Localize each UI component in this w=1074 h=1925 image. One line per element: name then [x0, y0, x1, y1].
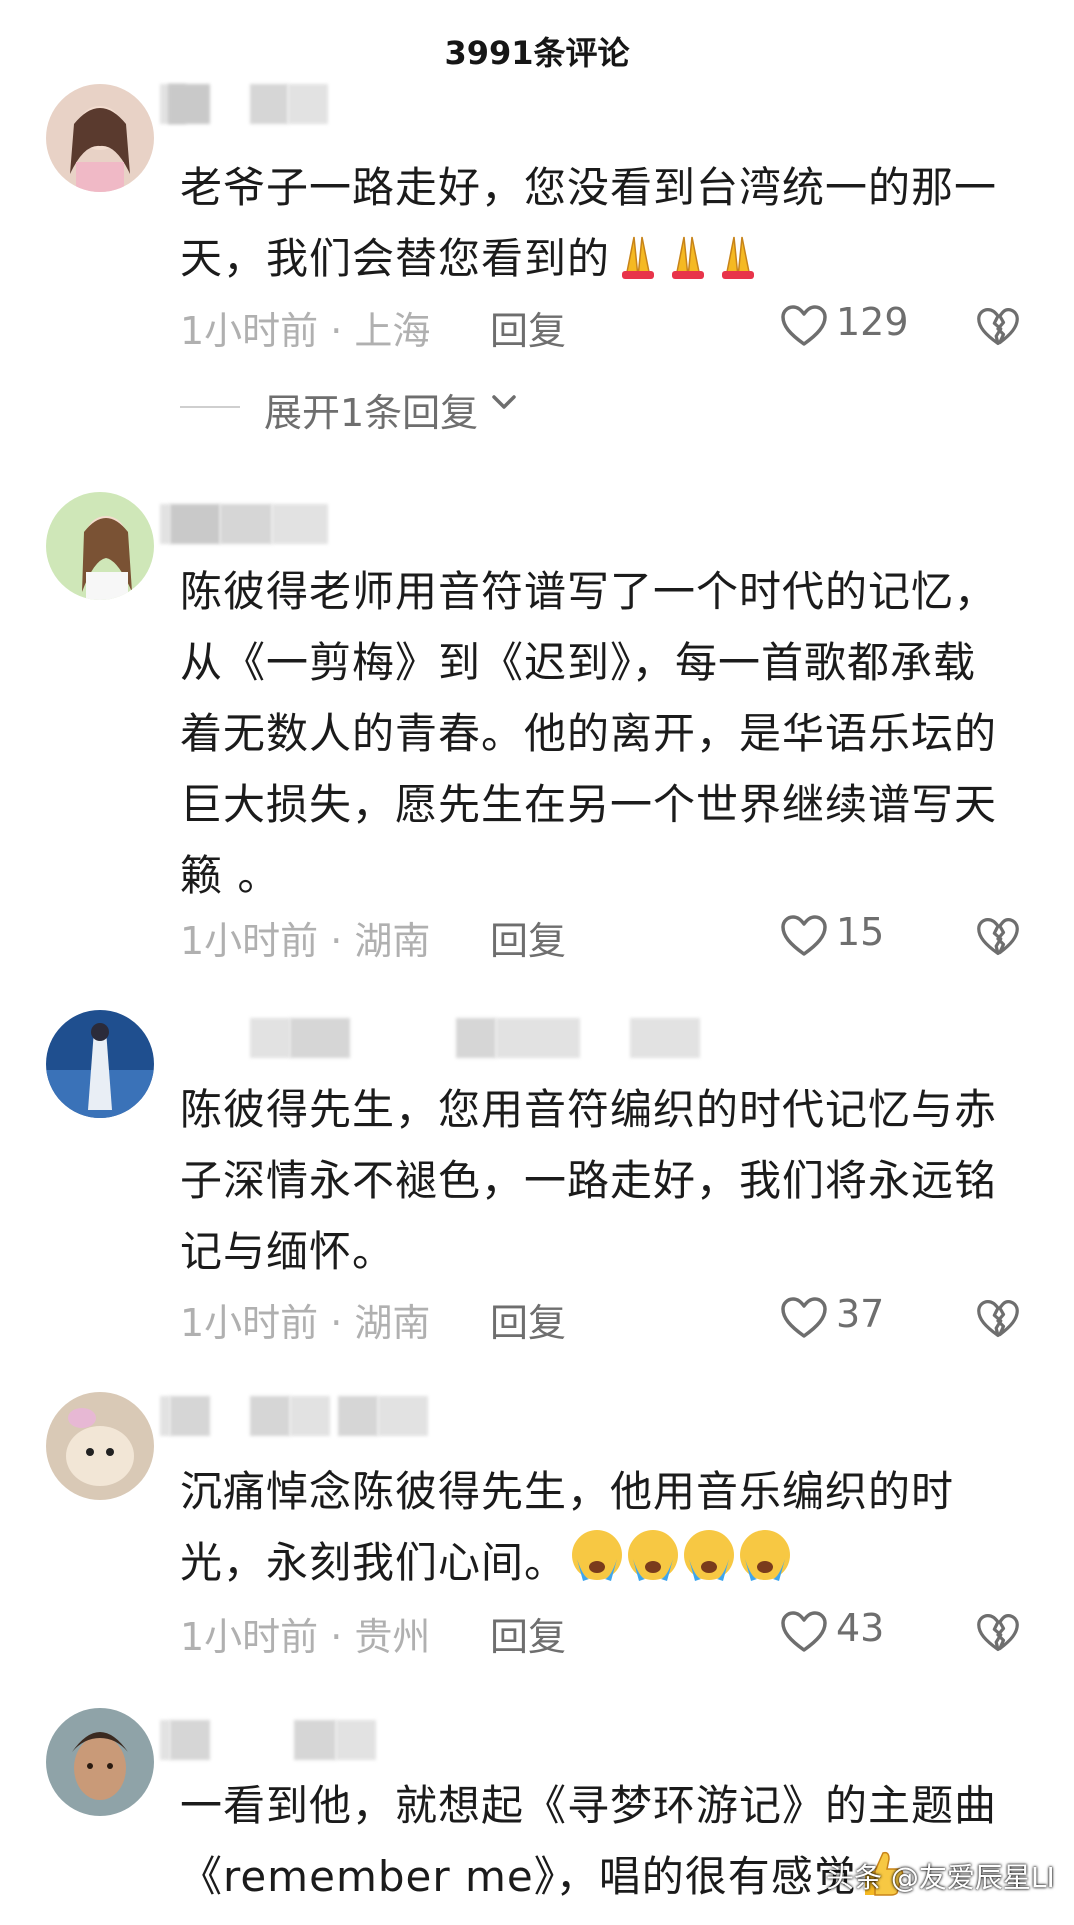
folded-hands-emoji: [612, 229, 762, 300]
like-count: 129: [836, 300, 909, 344]
heart-outline-icon: [781, 1297, 827, 1338]
comment-text: 陈彼得老师用音符谱写了一个时代的记忆，从《一剪梅》到《迟到》，每一首歌都承载着无…: [180, 567, 998, 900]
comment-text: 老爷子一路走好，您没看到台湾统一的那一天，我们会替您看到的: [180, 152, 1010, 300]
avatar[interactable]: [46, 1392, 154, 1500]
broken-heart-icon: [977, 917, 1019, 956]
dislike-button[interactable]: [976, 1298, 1020, 1344]
chevron-down-icon: [492, 395, 516, 409]
broken-heart-icon: [977, 307, 1019, 346]
dislike-button[interactable]: [976, 916, 1020, 962]
broken-heart-icon: [977, 1613, 1019, 1652]
avatar[interactable]: [46, 492, 154, 600]
comment-time-location: 1小时前 · 贵州: [180, 1615, 431, 1659]
reply-button[interactable]: 回复: [490, 300, 566, 355]
reply-button[interactable]: 回复: [490, 1292, 566, 1347]
comment-text: 沉痛悼念陈彼得先生，他用音乐编织的时光，永刻我们心间。: [180, 1456, 1010, 1604]
comment-count-title: 3991条评论: [444, 34, 630, 72]
dislike-button[interactable]: [976, 306, 1020, 352]
like-count: 15: [836, 910, 885, 954]
reply-button[interactable]: 回复: [490, 1606, 566, 1661]
expand-replies-label: 展开1条回复: [264, 391, 479, 435]
like-count: 37: [836, 1292, 885, 1336]
comment-time-location: 1小时前 · 湖南: [180, 919, 431, 963]
dislike-button[interactable]: [976, 1612, 1020, 1658]
heart-outline-icon: [781, 305, 827, 346]
like-count: 43: [836, 1606, 885, 1650]
watermark: 头条 @友爱辰星LI: [826, 1861, 1055, 1894]
comment-text: 陈彼得先生，您用音符编织的时代记忆与赤子深情永不褪色，一路走好，我们将永远铭记与…: [180, 1085, 998, 1276]
heart-outline-icon: [781, 915, 827, 956]
heart-outline-icon: [781, 1611, 827, 1652]
loudly-crying-emoji: [569, 1527, 795, 1604]
avatar[interactable]: [46, 1010, 154, 1118]
comment-time-location: 1小时前 · 上海: [180, 309, 431, 353]
avatar[interactable]: [46, 84, 154, 192]
divider: [180, 406, 240, 408]
comment-time-location: 1小时前 · 湖南: [180, 1301, 431, 1345]
reply-button[interactable]: 回复: [490, 910, 566, 965]
avatar[interactable]: [46, 1708, 154, 1816]
broken-heart-icon: [977, 1299, 1019, 1338]
